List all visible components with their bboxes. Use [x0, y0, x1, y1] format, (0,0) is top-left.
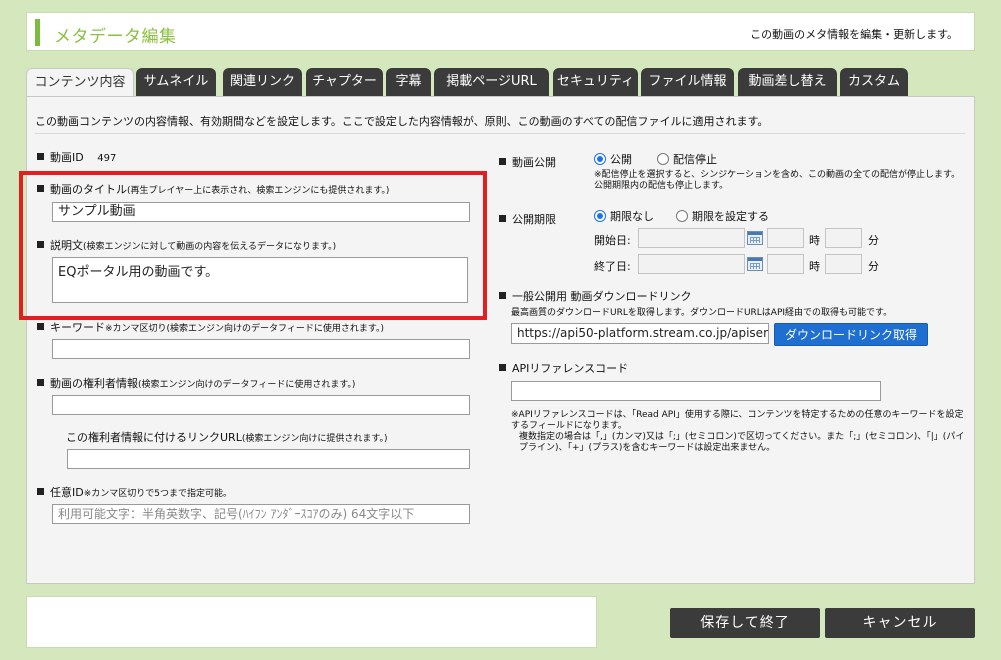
tab-replace-video[interactable]: 動画差し替え [738, 68, 837, 97]
tab-subtitles[interactable]: 字幕 [386, 68, 431, 97]
start-hour-input[interactable] [767, 228, 804, 248]
api-label: APIリファレンスコード [512, 362, 629, 375]
video-id-row: 動画ID 497 [37, 149, 116, 165]
start-hour-unit: 時 [809, 234, 820, 247]
radio-unselected-icon [657, 153, 669, 165]
end-hour-input[interactable] [767, 254, 804, 274]
start-minute-input[interactable] [825, 228, 862, 248]
bullet-icon [37, 488, 44, 495]
end-minute-unit: 分 [868, 260, 879, 273]
publish-on-radio[interactable]: 公開 [594, 151, 632, 167]
calendar-icon[interactable] [747, 231, 763, 245]
rights-link-note: (検索エンジン向けに提供されます。) [241, 434, 388, 444]
bullet-icon [37, 241, 44, 248]
bullet-icon [499, 158, 506, 165]
content-panel: この動画コンテンツの内容情報、有効期間などを設定します。ここで設定した内容情報が… [26, 96, 975, 584]
keyword-input[interactable] [52, 339, 470, 359]
publish-label: 動画公開 [512, 156, 556, 169]
rights-link-label-row: この権利者情報に付けるリンクURL(検索エンジン向けに提供されます。) [66, 429, 387, 445]
publish-off-radio[interactable]: 配信停止 [657, 151, 717, 167]
api-reference-input[interactable] [511, 381, 881, 401]
bullet-icon [37, 379, 44, 386]
download-note: 最高画質のダウンロードURLを取得します。ダウンロードURLはAPI経由での取得… [511, 308, 893, 318]
period-label-row: 公開期限 [499, 211, 556, 227]
api-label-row: APIリファレンスコード [499, 360, 628, 376]
optional-id-label: 任意ID [50, 486, 84, 499]
header-accent-bar [35, 19, 40, 46]
start-date-label: 開始日: [594, 234, 631, 247]
bullet-icon [499, 292, 506, 299]
page-description: この動画のメタ情報を編集・更新します。 [750, 28, 958, 41]
radio-selected-icon [594, 153, 606, 165]
page-title: メタデータ編集 [54, 27, 177, 47]
end-hour-unit: 時 [809, 260, 820, 273]
start-minute-unit: 分 [868, 234, 879, 247]
radio-selected-icon [594, 210, 606, 222]
message-area [26, 596, 597, 648]
tab-related-links[interactable]: 関連リンク [223, 68, 302, 97]
video-id-label: 動画ID [50, 151, 84, 164]
rights-label: 動画の権利者情報 [50, 377, 138, 390]
publish-note: ※配信停止を選択すると、シンジケーションを含め、この動画の全ての配信が停止します… [594, 170, 961, 191]
bullet-icon [499, 215, 506, 222]
bullet-icon [37, 153, 44, 160]
optional-id-input[interactable]: 利用可能文字：半角英数字、記号(ﾊｲﾌﾝ ｱﾝﾀﾞｰｽｺｱのみ) 64文字以下 [52, 504, 470, 524]
bullet-icon [37, 185, 44, 192]
calendar-icon[interactable] [747, 257, 763, 271]
api-note: ※APIリファレンスコードは、「Read API」使用する際に、コンテンツを特定… [511, 410, 965, 453]
panel-description: この動画コンテンツの内容情報、有効期間などを設定します。ここで設定した内容情報が… [35, 115, 769, 128]
end-date-label: 終了日: [594, 260, 631, 273]
bullet-icon [499, 364, 506, 371]
desc-note: (検索エンジンに対して動画の内容を伝えるデータになります。) [83, 242, 337, 252]
radio-unselected-icon [676, 210, 688, 222]
keyword-note: ※カンマ区切り(検索エンジン向けのデータフィードに使用されます。) [105, 324, 384, 334]
title-input[interactable]: サンプル動画 [52, 202, 470, 222]
desc-label-row: 説明文(検索エンジンに対して動画の内容を伝えるデータになります。) [37, 237, 336, 253]
get-download-link-button[interactable]: ダウンロードリンク取得 [774, 323, 928, 346]
title-label-row: 動画のタイトル(再生プレイヤー上に表示され、検索エンジンにも提供されます。) [37, 181, 389, 197]
keyword-label-row: キーワード※カンマ区切り(検索エンジン向けのデータフィードに使用されます。) [37, 319, 384, 335]
rights-label-row: 動画の権利者情報(検索エンジン向けのデータフィードに使用されます。) [37, 375, 355, 391]
end-minute-input[interactable] [825, 254, 862, 274]
keyword-label: キーワード [50, 321, 105, 334]
tab-file-info[interactable]: ファイル情報 [641, 68, 734, 97]
start-date-input[interactable] [638, 228, 745, 248]
tab-thumbnail[interactable]: サムネイル [136, 68, 216, 97]
page-header: メタデータ編集 この動画のメタ情報を編集・更新します。 [26, 12, 975, 51]
save-and-exit-button[interactable]: 保存して終了 [670, 608, 820, 638]
description-textarea[interactable]: EQポータル用の動画です。 [52, 257, 468, 303]
tab-security[interactable]: セキュリティ [553, 68, 638, 97]
optional-id-label-row: 任意ID※カンマ区切りで5つまで指定可能。 [37, 484, 232, 500]
download-url-input[interactable]: https://api50-platform.stream.co.jp/apis… [511, 323, 769, 344]
tab-custom[interactable]: カスタム [840, 68, 908, 97]
tab-contents[interactable]: コンテンツ内容 [26, 68, 134, 98]
rights-link-label: この権利者情報に付けるリンクURL [66, 431, 242, 444]
tab-page-url[interactable]: 掲載ページURL [434, 68, 549, 97]
desc-label: 説明文 [50, 239, 83, 252]
rights-link-input[interactable] [67, 449, 470, 469]
bullet-icon [37, 323, 44, 330]
video-id-value: 497 [97, 153, 117, 164]
rights-input[interactable] [52, 395, 470, 415]
download-label-row: 一般公開用 動画ダウンロードリンク [499, 288, 692, 304]
end-date-input[interactable] [638, 254, 745, 274]
period-set-radio[interactable]: 期限を設定する [676, 208, 769, 224]
publish-label-row: 動画公開 [499, 154, 556, 170]
title-label: 動画のタイトル [50, 183, 127, 196]
optional-id-note: ※カンマ区切りで5つまで指定可能。 [83, 489, 232, 499]
download-label: 一般公開用 動画ダウンロードリンク [512, 290, 692, 303]
tab-chapters[interactable]: チャプター [306, 68, 383, 97]
title-note: (再生プレイヤー上に表示され、検索エンジンにも提供されます。) [127, 186, 390, 196]
rights-note: (検索エンジン向けのデータフィードに使用されます。) [138, 380, 356, 390]
divider [35, 133, 965, 134]
period-label: 公開期限 [512, 213, 556, 226]
cancel-button[interactable]: キャンセル [825, 608, 975, 638]
period-none-radio[interactable]: 期限なし [594, 208, 654, 224]
